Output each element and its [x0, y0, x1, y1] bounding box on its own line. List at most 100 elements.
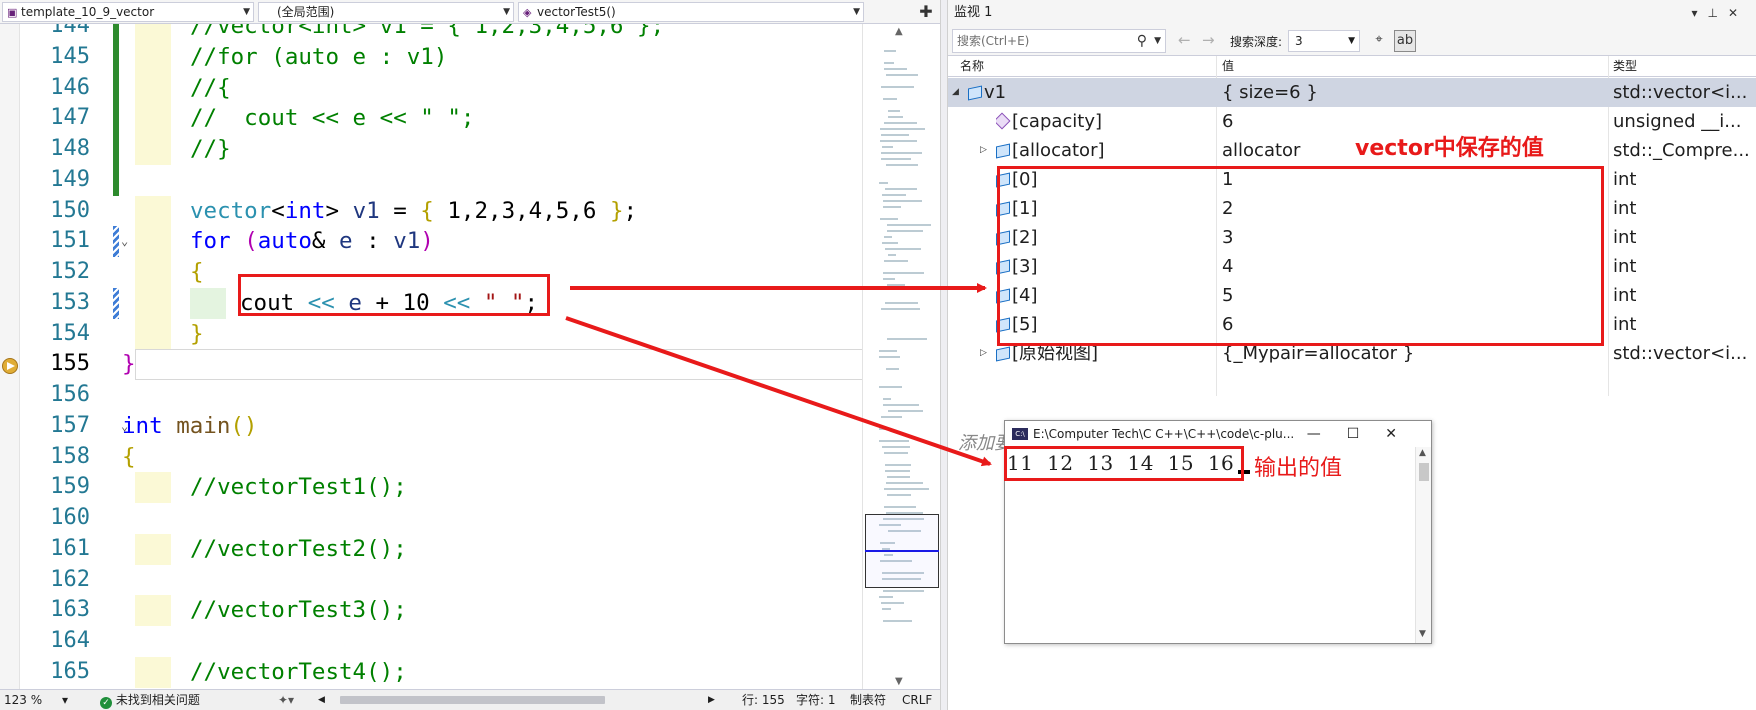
expand-triangle-icon[interactable]: ▷ — [980, 339, 987, 368]
watch-value[interactable]: 4 — [1222, 252, 1602, 281]
search-depth-dropdown[interactable]: 3 ▼ — [1288, 30, 1360, 52]
code-text[interactable]: } — [122, 349, 136, 380]
watch-name-cell[interactable]: [3] — [996, 252, 1196, 281]
code-editor[interactable]: ▣ template_10_9_vector ▼ (全局范围) ▼ ◈ vector… — [0, 0, 940, 710]
watch-value[interactable]: 1 — [1222, 165, 1602, 194]
watch-name-cell[interactable]: [2] — [996, 223, 1196, 252]
code-line[interactable]: 148 //} — [20, 134, 862, 165]
zoom-chevron-icon[interactable]: ▾ — [62, 690, 68, 710]
column-value-header[interactable]: 值 — [1222, 56, 1234, 76]
code-text[interactable]: //{ — [190, 73, 231, 104]
hex-display-icon[interactable]: ab — [1394, 30, 1416, 52]
code-line[interactable]: 144 //vector<int> v1 = { 1,2,3,4,5,6 }; — [20, 24, 862, 42]
code-line[interactable]: 162 — [20, 565, 862, 596]
code-text[interactable]: { — [122, 442, 136, 473]
issues-status[interactable]: ✓ 未找到相关问题 — [100, 690, 200, 710]
watch-row[interactable]: ◢ v1 { size=6 } std::vector<i... — [948, 78, 1756, 107]
close-icon[interactable]: ✕ — [1728, 6, 1748, 20]
scroll-left-icon[interactable]: ◀ — [318, 690, 325, 710]
watch-row[interactable]: [2] 3 int — [948, 223, 1756, 252]
line-ending-indicator[interactable]: CRLF — [902, 690, 932, 710]
code-text[interactable]: //vectorTest3(); — [190, 595, 407, 626]
code-line[interactable]: 145 //for (auto e : v1) — [20, 41, 862, 73]
watch-value[interactable]: {_Mypair=allocator } — [1222, 339, 1602, 368]
watch-row[interactable]: ▷ [原始视图] {_Mypair=allocator } std::vector<i… — [948, 339, 1756, 368]
console-scroll-thumb[interactable] — [1419, 463, 1429, 481]
maximize-icon[interactable]: ☐ — [1347, 426, 1386, 442]
code-text[interactable]: for (auto& e : v1) — [190, 226, 434, 257]
watch-name-cell[interactable]: [5] — [996, 310, 1196, 339]
code-text[interactable]: int main() — [122, 411, 257, 442]
watch-value[interactable]: { size=6 } — [1222, 78, 1602, 107]
code-line[interactable]: 163 //vectorTest3(); — [20, 595, 862, 626]
collapse-triangle-icon[interactable]: ◢ — [952, 78, 959, 107]
code-line[interactable]: 154} — [20, 318, 862, 350]
watch-row[interactable]: [1] 2 int — [948, 194, 1756, 223]
cleanup-icon[interactable]: ✦▾ — [278, 690, 294, 710]
code-text[interactable]: //vectorTest2(); — [190, 534, 407, 565]
code-text[interactable]: // cout << e << " "; — [190, 103, 474, 134]
watch-name-cell[interactable]: [4] — [996, 281, 1196, 310]
panel-splitter[interactable] — [940, 0, 948, 710]
line-indicator[interactable]: 行: 155 — [742, 690, 785, 710]
code-line[interactable]: 161 //vectorTest2(); — [20, 533, 862, 565]
column-type-header[interactable]: 类型 — [1613, 56, 1637, 76]
indicator-margin[interactable] — [0, 24, 20, 689]
code-text[interactable]: //vector<int> v1 = { 1,2,3,4,5,6 }; — [190, 24, 664, 42]
close-icon[interactable]: ✕ — [1385, 426, 1423, 442]
search-icon[interactable]: ⚲ — [1137, 30, 1147, 52]
breakpoint-arrow-icon[interactable] — [2, 358, 18, 374]
watch-row[interactable]: [0] 1 int — [948, 165, 1756, 194]
code-text[interactable]: //vectorTest4(); — [190, 657, 407, 688]
code-line[interactable]: 150 vector<int> v1 = { 1,2,3,4,5,6 }; — [20, 195, 862, 227]
watch-value[interactable]: 2 — [1222, 194, 1602, 223]
code-line[interactable]: 157 ⌄ int main() — [20, 411, 862, 442]
project-dropdown[interactable]: ▣ template_10_9_vector ▼ — [2, 2, 254, 22]
function-dropdown[interactable]: ◈ vectorTest5() ▼ — [518, 2, 864, 22]
scroll-down-icon[interactable]: ▼ — [1419, 629, 1426, 639]
watch-value[interactable]: 5 — [1222, 281, 1602, 310]
code-line[interactable]: 151 ⌄ for (auto& e : v1) — [20, 226, 862, 257]
code-line[interactable]: 159 //vectorTest1(); — [20, 472, 862, 503]
watch-row[interactable]: [4] 5 int — [948, 281, 1756, 310]
code-text[interactable]: { — [190, 257, 204, 288]
watch-row[interactable]: [3] 4 int — [948, 252, 1756, 281]
scroll-up-icon[interactable]: ▲ — [895, 26, 903, 37]
watch-row[interactable]: ▷ [allocator] allocator std::_Compre... — [948, 136, 1756, 165]
code-text[interactable]: } — [190, 319, 204, 350]
column-indicator[interactable]: 字符: 1 — [796, 690, 836, 710]
code-line[interactable]: 146 //{ — [20, 72, 862, 104]
code-line[interactable]: 153 cout << e + 10 << " "; — [20, 287, 862, 319]
pin-icon[interactable]: ⊥ — [1707, 6, 1727, 20]
code-text[interactable]: //for (auto e : v1) — [190, 42, 447, 73]
watch-row[interactable]: [capacity] 6 unsigned __i... — [948, 107, 1756, 136]
scope-dropdown[interactable]: (全局范围) ▼ — [258, 2, 514, 22]
code-line[interactable]: 165 //vectorTest4(); — [20, 656, 862, 688]
code-line[interactable]: 164 — [20, 626, 862, 657]
scroll-down-icon[interactable]: ▼ — [895, 676, 903, 687]
code-text[interactable]: cout << e + 10 << " "; — [240, 288, 538, 319]
scroll-right-icon[interactable]: ▶ — [708, 690, 715, 710]
console-title-bar[interactable]: C:\ E:\Computer Tech\C C++\C++\code\c-pl… — [1005, 421, 1431, 447]
watch-name-cell[interactable]: [allocator] — [996, 136, 1196, 165]
console-window[interactable]: C:\ E:\Computer Tech\C C++\C++\code\c-pl… — [1004, 420, 1432, 644]
tabs-indicator[interactable]: 制表符 — [850, 690, 886, 710]
panel-dropdown-icon[interactable]: ▾ — [1691, 6, 1707, 20]
code-text[interactable]: vector<int> v1 = { 1,2,3,4,5,6 }; — [190, 196, 637, 227]
pin-source-icon[interactable]: ⌖ — [1368, 30, 1390, 52]
watch-value[interactable]: 6 — [1222, 310, 1602, 339]
watch-value[interactable]: 3 — [1222, 223, 1602, 252]
code-line[interactable]: 156 — [20, 380, 862, 411]
watch-name-cell[interactable]: [原始视图] — [996, 339, 1196, 368]
horizontal-scrollbar-thumb[interactable] — [340, 696, 605, 704]
watch-name-cell[interactable]: [1] — [996, 194, 1196, 223]
fold-chevron-icon[interactable]: ⌄ — [121, 226, 128, 257]
code-line[interactable]: 152 { — [20, 257, 862, 288]
expand-triangle-icon[interactable]: ▷ — [980, 136, 987, 165]
column-name-header[interactable]: 名称 — [960, 56, 984, 76]
scroll-up-icon[interactable]: ▲ — [1419, 448, 1426, 458]
back-arrow-icon[interactable]: ← — [1178, 31, 1191, 49]
code-text[interactable]: //vectorTest1(); — [190, 472, 407, 503]
watch-name-cell[interactable]: [0] — [996, 165, 1196, 194]
minimap-scrollbar[interactable]: ▲ ▼ — [862, 24, 940, 689]
